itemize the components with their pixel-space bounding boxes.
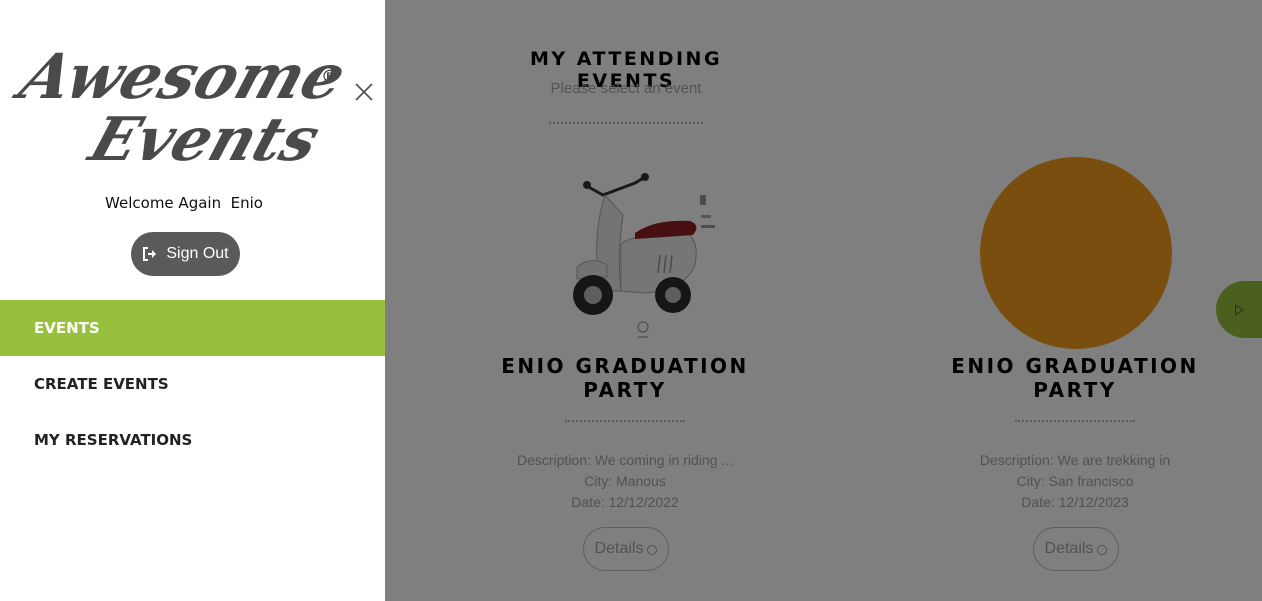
- logo-line2: Events: [80, 103, 329, 174]
- welcome-text: Welcome Again Enio: [105, 194, 263, 212]
- registered-mark: ®: [321, 67, 338, 87]
- nav-item-create-events[interactable]: CREATE EVENTS: [0, 356, 385, 412]
- sidebar: Awesome Events ® Welcome Again Enio Sign…: [0, 0, 385, 601]
- nav-item-label: EVENTS: [34, 319, 100, 337]
- sign-out-icon: [143, 247, 157, 261]
- modal-overlay[interactable]: [385, 0, 1262, 601]
- awesome-events-logo: Awesome Events ®: [6, 40, 350, 174]
- nav-item-my-reservations[interactable]: MY RESERVATIONS: [0, 412, 385, 468]
- nav-item-label: MY RESERVATIONS: [34, 431, 193, 449]
- close-icon[interactable]: [352, 80, 376, 104]
- sign-out-label: Sign Out: [166, 245, 229, 262]
- sign-out-button[interactable]: Sign Out: [131, 232, 240, 276]
- nav-item-events[interactable]: EVENTS: [0, 300, 385, 356]
- nav-item-label: CREATE EVENTS: [34, 375, 169, 393]
